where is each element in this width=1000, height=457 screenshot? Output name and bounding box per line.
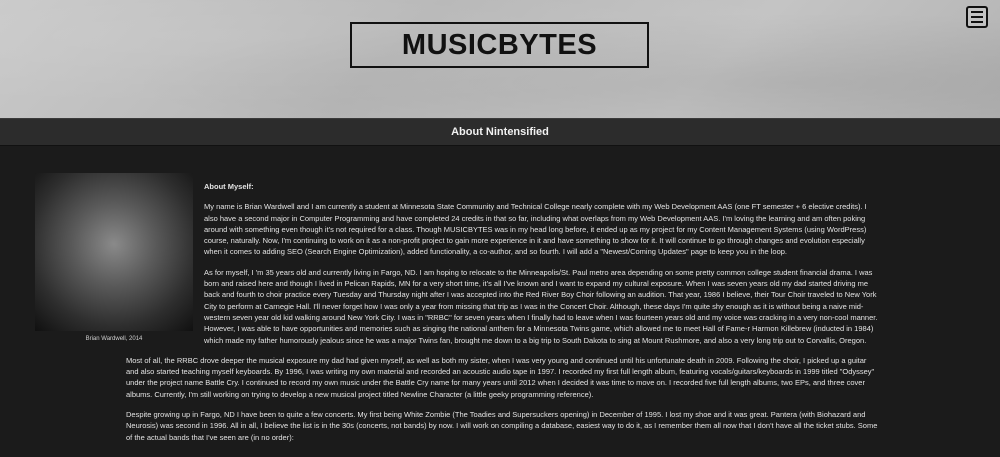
paragraph-1: My name is Brian Wardwell and I am curre… [204,202,867,257]
paragraph-2: As for myself, I 'm 35 years old and cur… [204,267,878,345]
article-heading: About Myself: [204,182,254,191]
page-title: About Nintensified [451,126,549,138]
paragraph-3: Most of all, the RRBC drove deeper the m… [126,355,875,399]
hamburger-menu-icon[interactable] [966,6,988,28]
menu-line [971,21,983,23]
site-logo[interactable]: MUSICBYTES [350,22,649,68]
paragraph-4: Despite growing up in Fargo, ND I have b… [126,410,878,442]
site-header: MUSICBYTES [0,0,1000,118]
menu-line [971,16,983,18]
about-article: About Myself: My name is Brian Wardwell … [126,181,878,452]
menu-line [971,11,983,13]
page-title-bar: About Nintensified [0,118,1000,146]
